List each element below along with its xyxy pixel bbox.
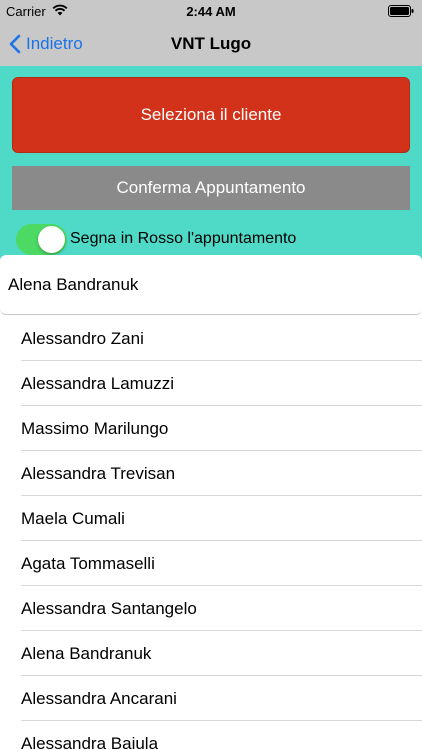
client-name: Maela Cumali: [21, 508, 125, 528]
status-bar: Carrier 2:44 AM: [0, 0, 422, 22]
client-name: Agata Tommaselli: [21, 553, 155, 573]
select-client-button[interactable]: Seleziona il cliente: [12, 77, 410, 153]
list-item[interactable]: Alessandro Zani: [0, 316, 422, 361]
client-name: Alessandra Trevisan: [21, 463, 176, 483]
status-time: 2:44 AM: [186, 4, 236, 19]
navigation-bar: VNT Lugo Indietro: [0, 22, 422, 66]
confirm-appointment-button[interactable]: Conferma Appuntamento: [12, 166, 410, 210]
client-name: Alessandra Baiula: [21, 733, 159, 750]
select-client-label: Seleziona il cliente: [140, 105, 282, 124]
back-button-label: Indietro: [26, 34, 83, 53]
battery-icon: [388, 5, 414, 17]
list-item[interactable]: Alessandra Baiula: [0, 721, 422, 750]
mark-red-toggle[interactable]: [16, 224, 67, 255]
selected-client-name: Alena Bandranuk: [8, 274, 139, 294]
back-button[interactable]: Indietro: [8, 22, 83, 66]
client-name: Massimo Marilungo: [21, 418, 169, 438]
list-item[interactable]: Alessandra Trevisan: [0, 451, 422, 496]
client-name: Alena Bandranuk: [21, 643, 152, 663]
list-item[interactable]: Alessandra Lamuzzi: [0, 361, 422, 406]
selected-client-field[interactable]: Alena Bandranuk: [0, 255, 422, 315]
chevron-left-icon: [9, 34, 21, 54]
client-name: Alessandra Santangelo: [21, 598, 197, 618]
list-item[interactable]: Alessandra Ancarani: [0, 676, 422, 721]
list-item[interactable]: Agata Tommaselli: [0, 541, 422, 586]
list-item[interactable]: Maela Cumali: [0, 496, 422, 541]
toggle-knob: [38, 226, 65, 253]
client-name: Alessandra Lamuzzi: [21, 373, 175, 393]
client-name: Alessandra Ancarani: [21, 688, 177, 708]
list-item[interactable]: Massimo Marilungo: [0, 406, 422, 451]
mark-red-label: Segna in Rosso l'appuntamento: [70, 230, 297, 247]
list-item[interactable]: Alena Bandranuk: [0, 631, 422, 676]
list-item[interactable]: Alessandra Santangelo: [0, 586, 422, 631]
client-name: Alessandro Zani: [21, 328, 144, 348]
screen: Carrier 2:44 AM VNT Lugo Indietro Selezi…: [0, 0, 422, 750]
appointment-panel: Seleziona il cliente Conferma Appuntamen…: [0, 66, 422, 260]
client-list: Alessandro Zani Alessandra Lamuzzi Massi…: [0, 316, 422, 750]
confirm-appointment-label: Conferma Appuntamento: [116, 178, 306, 197]
